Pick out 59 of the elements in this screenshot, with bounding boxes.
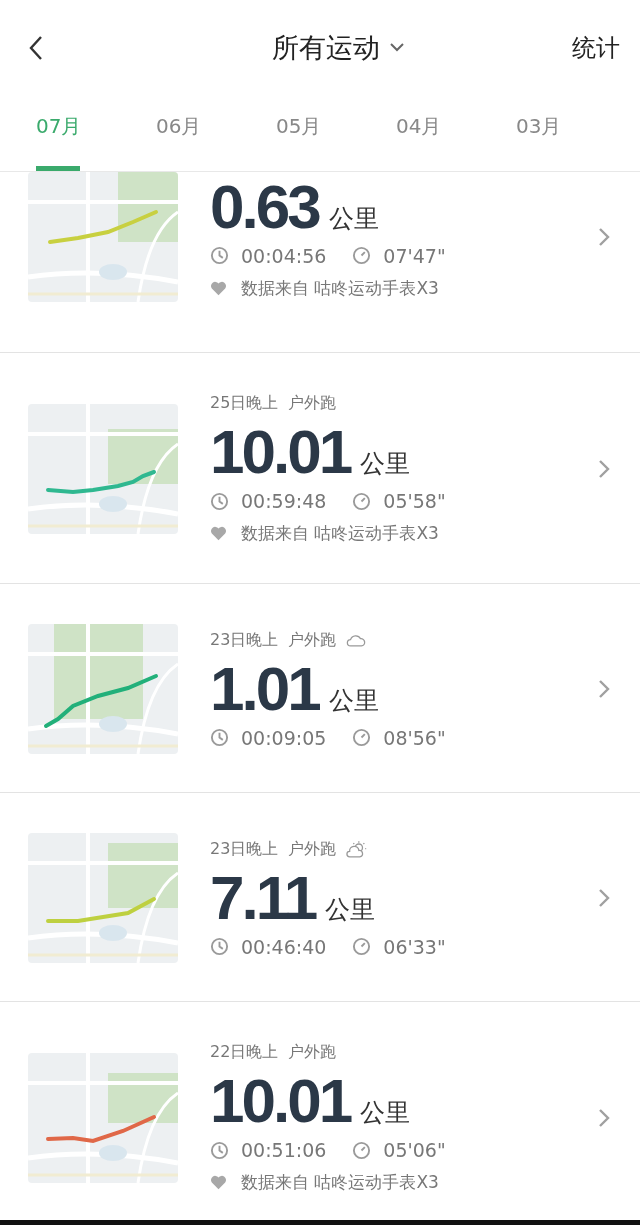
- distance-unit: 公里: [328, 684, 379, 717]
- duration-value: 00:04:56: [241, 244, 327, 267]
- data-source: 数据来自 咕咚运动手表X3: [241, 1171, 439, 1194]
- activity-type: 户外跑: [288, 629, 337, 651]
- pace-value: 06'33": [383, 935, 446, 958]
- activity-type: 户外跑: [288, 393, 337, 414]
- pace-value: 05'06": [383, 1139, 446, 1161]
- activity-date: 23日晚上: [210, 629, 279, 651]
- chevron-right-icon[interactable]: [598, 1108, 610, 1128]
- page-title[interactable]: 所有运动: [272, 29, 380, 66]
- chevron-right-icon[interactable]: [598, 459, 610, 479]
- chevron-right-icon[interactable]: [598, 227, 610, 247]
- gauge-icon: [352, 246, 372, 265]
- chevron-right-icon[interactable]: [598, 888, 610, 908]
- distance-unit: 公里: [360, 448, 411, 480]
- gauge-icon: [352, 1140, 372, 1160]
- caret-icon[interactable]: [390, 43, 404, 52]
- distance-value: 1.01: [210, 656, 319, 721]
- activity-date: 22日晚上: [210, 1042, 279, 1063]
- activity-type: 户外跑: [288, 1042, 337, 1063]
- distance-unit: 公里: [325, 893, 376, 926]
- clock-icon: [210, 728, 229, 747]
- data-source: 数据来自 咕咚运动手表X3: [241, 522, 439, 545]
- sun-cloud-icon: [346, 839, 369, 859]
- activity-date: 23日晚上: [210, 838, 279, 860]
- distance-value: 10.01: [210, 420, 351, 484]
- gauge-icon: [352, 728, 372, 747]
- cloud-icon: [346, 633, 367, 647]
- heart-icon: [210, 1175, 227, 1190]
- data-source: 数据来自 咕咚运动手表X3: [241, 276, 439, 300]
- pace-value: 08'56": [383, 726, 446, 749]
- gauge-icon: [352, 491, 372, 511]
- month-tab[interactable]: 06月: [140, 95, 260, 171]
- duration-value: 00:46:40: [241, 935, 327, 958]
- pace-value: 05'58": [383, 490, 446, 512]
- stats-link[interactable]: 统计: [572, 31, 620, 64]
- heart-icon: [210, 280, 227, 296]
- clock-icon: [210, 937, 229, 956]
- activity-type: 户外跑: [288, 838, 337, 860]
- month-tab[interactable]: 04月: [380, 95, 500, 171]
- month-tab[interactable]: 03月: [500, 95, 620, 171]
- distance-value: 10.01: [210, 1069, 351, 1133]
- distance-value: 7.11: [210, 865, 316, 930]
- distance-value: 0.63: [210, 174, 319, 239]
- month-tab[interactable]: 05月: [260, 95, 380, 171]
- activity-date: 25日晚上: [210, 393, 279, 414]
- chevron-right-icon[interactable]: [598, 679, 610, 699]
- gauge-icon: [352, 937, 372, 956]
- pace-value: 07'47": [383, 244, 446, 267]
- duration-value: 00:59:48: [241, 490, 327, 512]
- month-tab[interactable]: 07月: [20, 95, 140, 171]
- clock-icon: [210, 246, 229, 265]
- distance-unit: 公里: [360, 1097, 411, 1129]
- duration-value: 00:51:06: [241, 1139, 327, 1161]
- distance-unit: 公里: [328, 202, 379, 235]
- clock-icon: [210, 1140, 229, 1160]
- clock-icon: [210, 491, 229, 511]
- heart-icon: [210, 526, 227, 541]
- duration-value: 00:09:05: [241, 726, 327, 749]
